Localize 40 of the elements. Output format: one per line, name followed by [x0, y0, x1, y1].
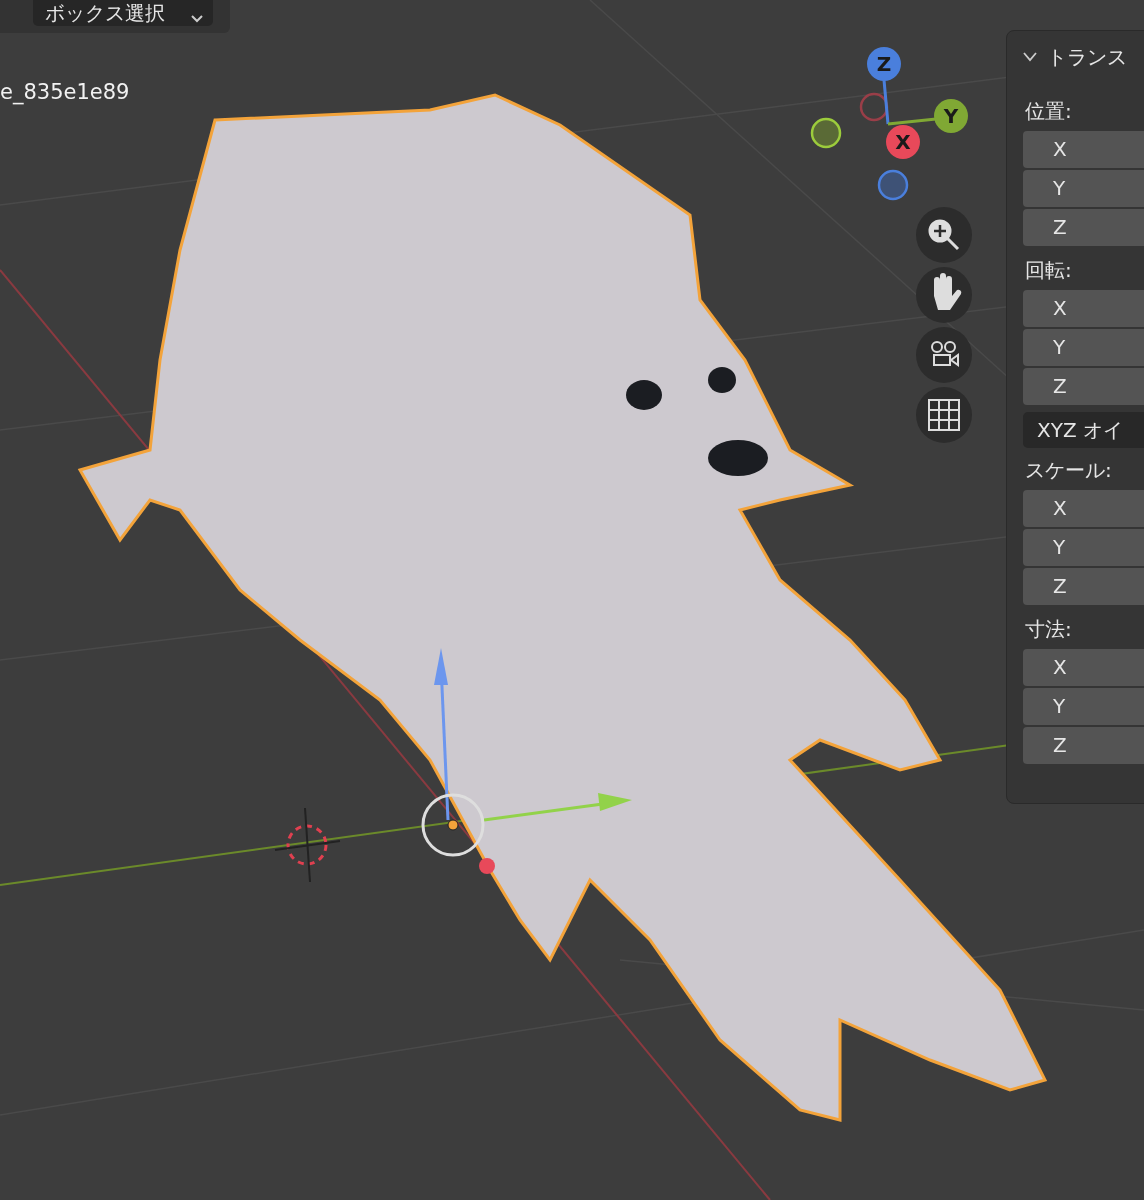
number-field[interactable]: Z	[1023, 209, 1144, 246]
select-mode-dropdown[interactable]: ボックス選択	[33, 0, 213, 26]
axis-handle-icon[interactable]	[867, 47, 901, 81]
number-field[interactable]: Y	[1023, 688, 1144, 725]
axis-handle-icon[interactable]	[934, 99, 968, 133]
axis-handle-icon[interactable]	[886, 125, 920, 159]
number-field[interactable]: X	[1023, 290, 1144, 327]
zoom-icon[interactable]	[916, 207, 972, 263]
panel-header[interactable]: トランス	[1023, 39, 1127, 75]
number-field[interactable]: Y	[1023, 529, 1144, 566]
eye-icon	[626, 380, 662, 410]
eye-icon	[708, 367, 736, 393]
hand-icon[interactable]	[916, 267, 972, 323]
section-label: 寸法:	[1025, 617, 1073, 641]
crosshair-icon	[274, 807, 341, 883]
axis-label: X	[895, 130, 911, 154]
number-field[interactable]: X	[1023, 490, 1144, 527]
camera-icon[interactable]	[916, 327, 972, 383]
number-field[interactable]: Z	[1023, 727, 1144, 764]
nose-icon	[708, 440, 768, 476]
section-label: スケール:	[1025, 458, 1113, 482]
object-name: e_835e1e89	[0, 80, 130, 104]
axis-handle-icon[interactable]	[859, 92, 889, 122]
number-field[interactable]: Y	[1023, 170, 1144, 207]
axis-label: Y	[943, 104, 959, 128]
chevron-icon	[191, 15, 203, 23]
section-label: 位置:	[1025, 99, 1073, 123]
number-field[interactable]: Y	[1023, 329, 1144, 366]
number-field[interactable]: Z	[1023, 568, 1144, 605]
grid-icon[interactable]	[916, 387, 972, 443]
number-field[interactable]: X	[1023, 131, 1144, 168]
rotation-mode-dropdown[interactable]: XYZ オイ	[1023, 412, 1144, 448]
chevron-icon	[1023, 52, 1037, 62]
section-label: 回転:	[1025, 258, 1073, 282]
axis-handle-icon[interactable]	[877, 169, 909, 201]
axis-handle-icon[interactable]	[810, 117, 842, 149]
axis-label: Z	[876, 52, 892, 76]
number-field[interactable]: Z	[1023, 368, 1144, 405]
number-field[interactable]: X	[1023, 649, 1144, 686]
axis-lines-drawing	[882, 79, 937, 126]
